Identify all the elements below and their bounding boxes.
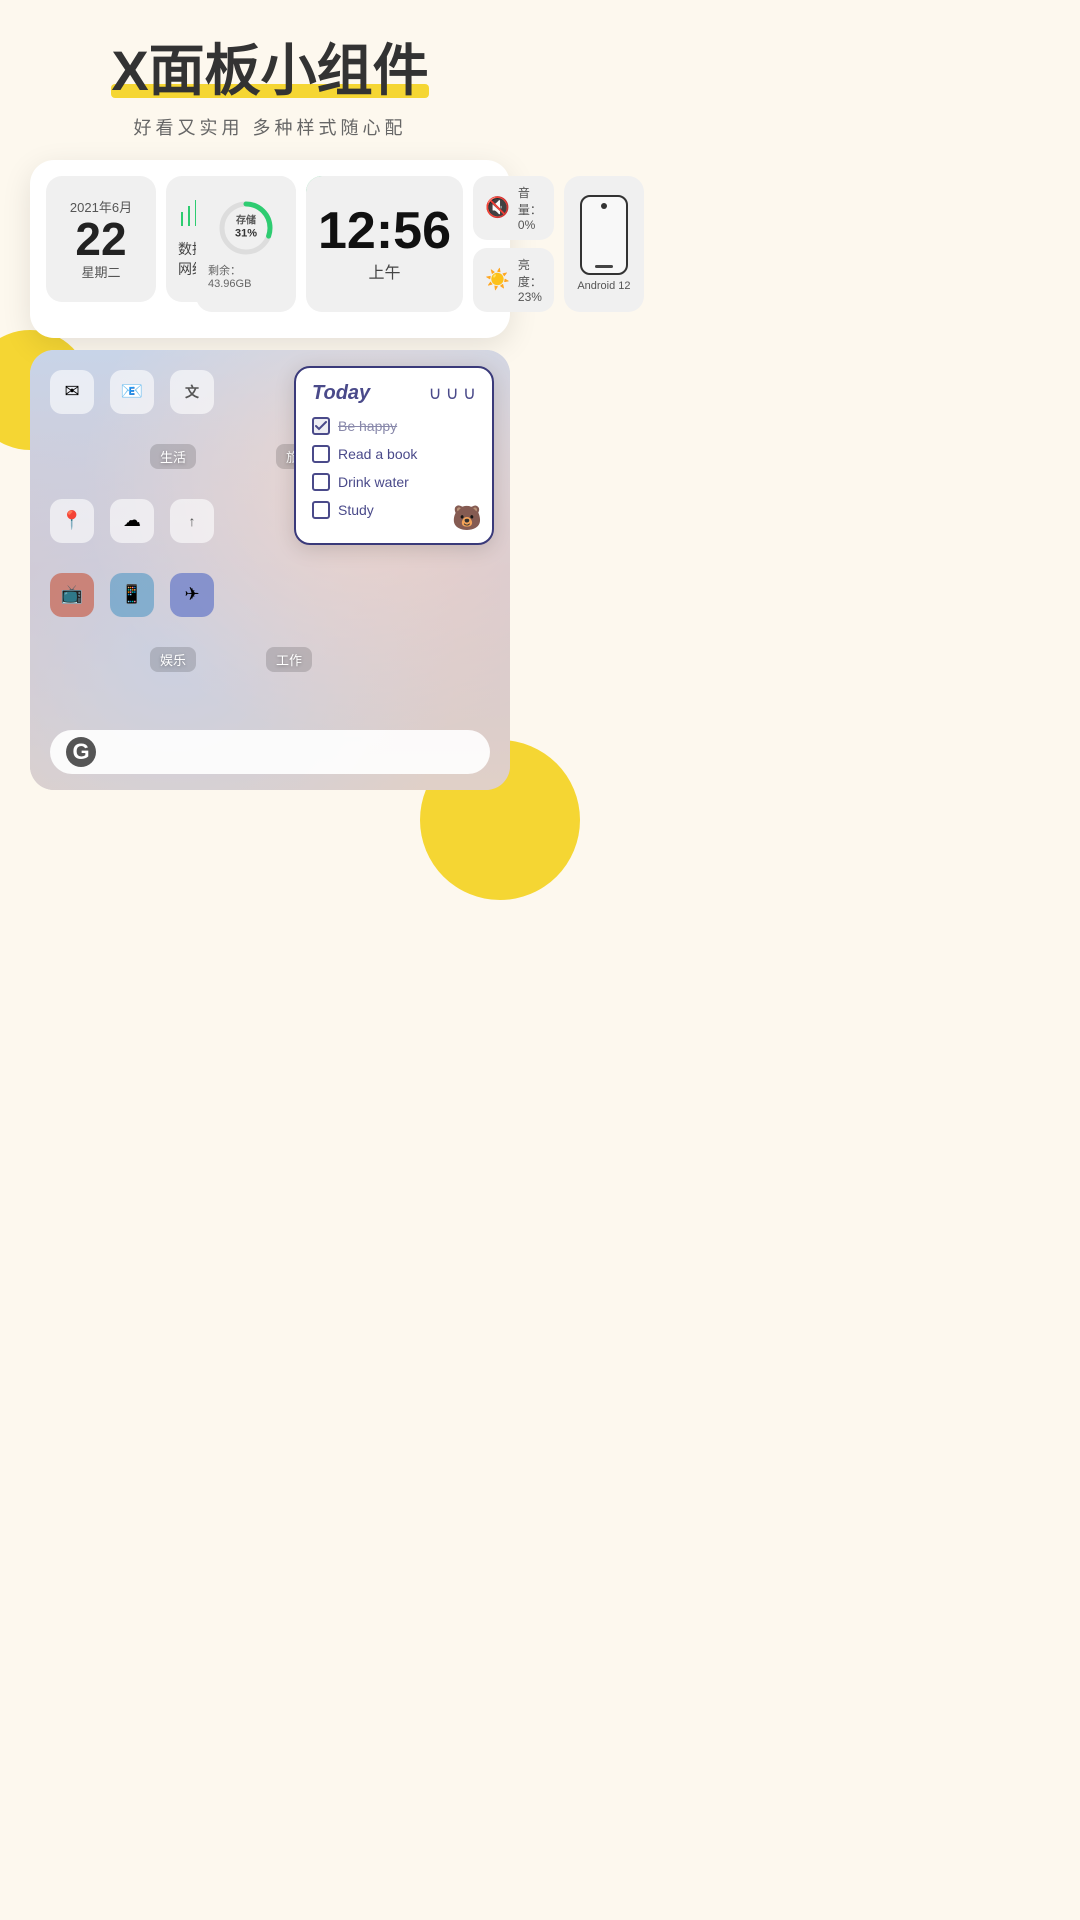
todo-text-3: Drink water — [338, 474, 409, 490]
spiral-1: ∪ — [428, 383, 441, 404]
search-bar[interactable]: G — [50, 730, 490, 774]
todo-item-be-happy[interactable]: Be happy — [312, 417, 476, 435]
app-row-1: 生活 旅行 — [50, 444, 322, 469]
today-widget: Today ∪ ∪ ∪ Be happy Read a book — [294, 366, 494, 545]
todo-item-water[interactable]: Drink water — [312, 473, 476, 491]
today-title: Today — [312, 382, 370, 405]
folder-row-3: 📺 📱 ✈ — [50, 573, 322, 617]
right-controls: 🔇 音量：0% ☀️ 亮度：23% — [473, 176, 554, 312]
todo-text-4: Study — [338, 502, 374, 518]
folder-row-2: 📍 ☁ ↑ — [50, 499, 322, 543]
folder-icon-up[interactable]: ↑ — [170, 499, 214, 543]
widget-row-2: 存储 31% 剩余：43.96GB 12:56 上午 🔇 音量：0% — [196, 176, 376, 312]
folder-icon-map[interactable]: 📍 — [50, 499, 94, 543]
todo-checkbox-4 — [312, 501, 330, 519]
widget-row-1: 2021年6月 22 星期二 数据网络 — [46, 176, 186, 302]
volume-label: 音量：0% — [518, 184, 542, 232]
clock-time: 12:56 — [318, 205, 451, 257]
todo-checkbox-3 — [312, 473, 330, 491]
storage-ring: 存储 31% — [216, 198, 276, 258]
folder-icon-text[interactable]: 文 — [170, 370, 214, 414]
clock-ampm: 上午 — [368, 259, 400, 283]
page-title: X面板小组件 — [111, 40, 428, 102]
folder-icon-mail[interactable]: ✉ — [50, 370, 94, 414]
widget-panel: 2021年6月 22 星期二 数据网络 — [30, 160, 510, 338]
header-section: X面板小组件 好看又实用 多种样式随心配 — [0, 0, 540, 140]
today-spirals: ∪ ∪ ∪ — [428, 383, 476, 404]
app-icon-2[interactable]: 📱 — [110, 573, 154, 617]
todo-item-read[interactable]: Read a book — [312, 445, 476, 463]
app-row-2: 娱乐 工作 — [50, 647, 322, 672]
volume-icon: 🔇 — [485, 195, 510, 220]
todo-checkbox-1 — [312, 417, 330, 435]
app-label-work[interactable]: 工作 — [266, 647, 312, 672]
volume-cell[interactable]: 🔇 音量：0% — [473, 176, 554, 240]
brightness-label: 亮度：23% — [518, 256, 542, 304]
brightness-icon: ☀️ — [485, 267, 510, 292]
phone-screen: ✉ 📧 文 生活 旅行 📍 ☁ ↑ 📺 📱 ✈ — [30, 350, 510, 790]
bear-decoration: 🐻 — [452, 504, 482, 533]
today-widget-header: Today ∪ ∪ ∪ — [312, 382, 476, 405]
google-logo: G — [66, 737, 96, 767]
date-cell: 2021年6月 22 星期二 — [46, 176, 156, 302]
spiral-3: ∪ — [463, 383, 476, 404]
folder-row-1: ✉ 📧 文 — [50, 370, 322, 414]
todo-text-1: Be happy — [338, 418, 397, 434]
folder-icon-email[interactable]: 📧 — [110, 370, 154, 414]
storage-cell: 存储 31% 剩余：43.96GB — [196, 176, 296, 312]
main-container: 2021年6月 22 星期二 数据网络 — [30, 160, 510, 790]
spiral-2: ∪ — [446, 383, 459, 404]
storage-percent: 存储 31% — [235, 215, 257, 240]
app-icon-3[interactable]: ✈ — [170, 573, 214, 617]
clock-cell: 12:56 上午 — [306, 176, 463, 312]
todo-checkbox-2 — [312, 445, 330, 463]
todo-text-2: Read a book — [338, 446, 417, 462]
android-phone-icon — [580, 195, 628, 275]
app-label-entertainment[interactable]: 娱乐 — [150, 647, 196, 672]
app-icon-1[interactable]: 📺 — [50, 573, 94, 617]
date-day: 22 — [75, 216, 126, 262]
folder-icon-cloud[interactable]: ☁ — [110, 499, 154, 543]
date-weekday: 星期二 — [81, 262, 120, 281]
app-grid: ✉ 📧 文 生活 旅行 📍 ☁ ↑ 📺 📱 ✈ — [50, 370, 322, 672]
android-cell: Android 12 — [564, 176, 644, 312]
header-subtitle: 好看又实用 多种样式随心配 — [0, 114, 540, 140]
android-label: Android 12 — [577, 280, 630, 292]
storage-remaining: 剩余：43.96GB — [208, 262, 284, 290]
brightness-cell[interactable]: ☀️ 亮度：23% — [473, 248, 554, 312]
app-label-life[interactable]: 生活 — [150, 444, 196, 469]
